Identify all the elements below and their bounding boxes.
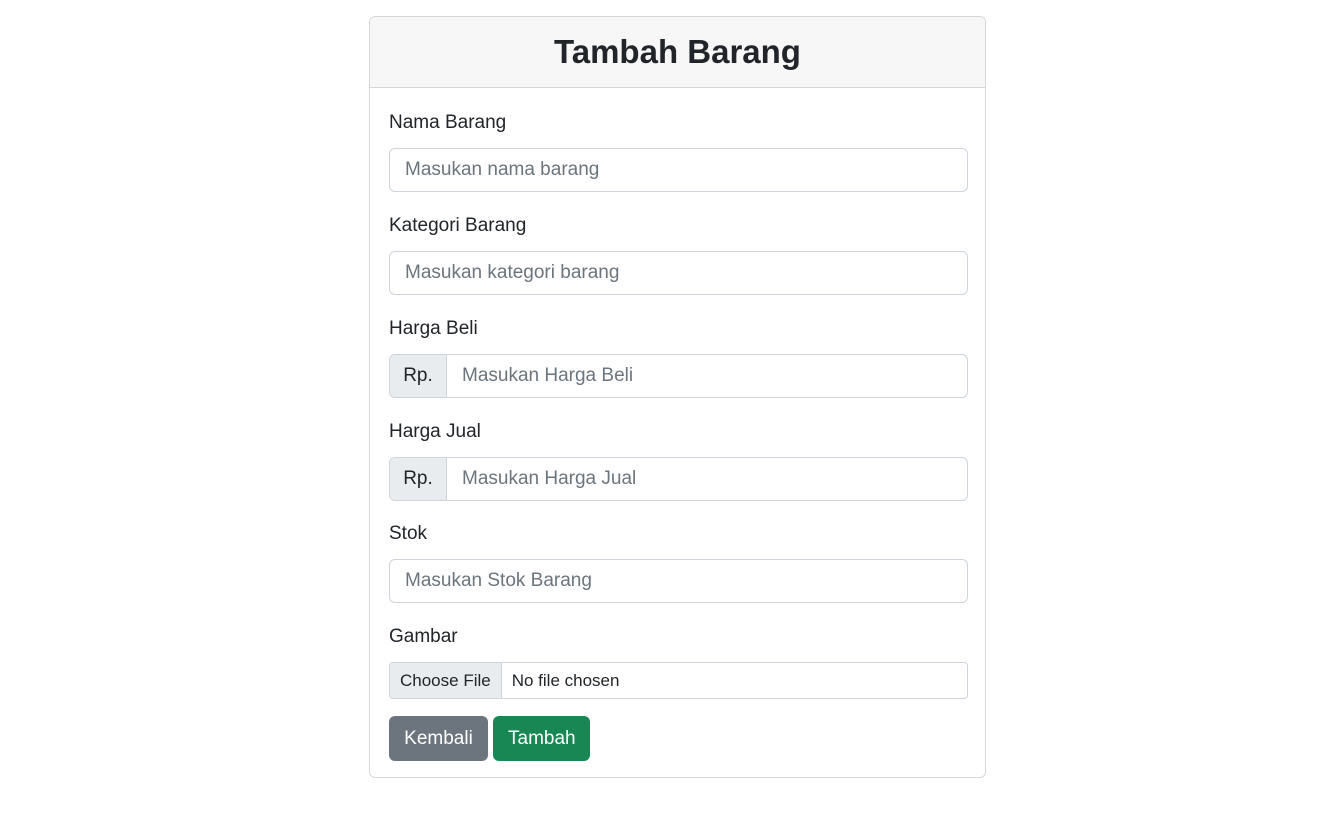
file-status-text: No file chosen [511, 670, 620, 690]
form-actions: Kembali Tambah [389, 716, 590, 761]
field-stok: Stok [389, 522, 968, 603]
harga-beli-input[interactable] [447, 355, 967, 397]
back-button[interactable]: Kembali [389, 716, 488, 761]
stok-input[interactable] [390, 560, 967, 602]
field-harga-jual: Harga Jual Rp. [389, 420, 968, 501]
gambar-file-input[interactable]: Choose File No file chosen [389, 662, 968, 699]
add-item-card: Tambah Barang Nama Barang Kategori Baran… [369, 16, 986, 778]
kategori-barang-control [389, 251, 968, 295]
nama-barang-label: Nama Barang [389, 112, 507, 133]
page-title: Tambah Barang [554, 33, 801, 70]
kategori-barang-input[interactable] [390, 252, 967, 294]
harga-jual-currency-prefix: Rp. [390, 458, 447, 500]
choose-file-button[interactable]: Choose File [390, 663, 502, 698]
field-kategori-barang: Kategori Barang [389, 214, 968, 295]
harga-jual-label: Harga Jual [389, 421, 481, 442]
kategori-barang-label: Kategori Barang [389, 215, 527, 236]
nama-barang-control [389, 148, 968, 192]
stok-label: Stok [389, 523, 428, 544]
card-header: Tambah Barang [370, 17, 985, 88]
field-gambar: Gambar Choose File No file chosen [389, 625, 968, 699]
nama-barang-input[interactable] [390, 149, 967, 191]
gambar-label: Gambar [389, 626, 458, 647]
harga-beli-label: Harga Beli [389, 318, 478, 339]
field-nama-barang: Nama Barang [389, 111, 968, 192]
harga-beli-currency-prefix: Rp. [390, 355, 447, 397]
submit-button[interactable]: Tambah [493, 716, 590, 761]
harga-jual-control: Rp. [389, 457, 968, 501]
harga-jual-input[interactable] [447, 458, 967, 500]
harga-beli-control: Rp. [389, 354, 968, 398]
field-harga-beli: Harga Beli Rp. [389, 317, 968, 398]
stok-control [389, 559, 968, 603]
